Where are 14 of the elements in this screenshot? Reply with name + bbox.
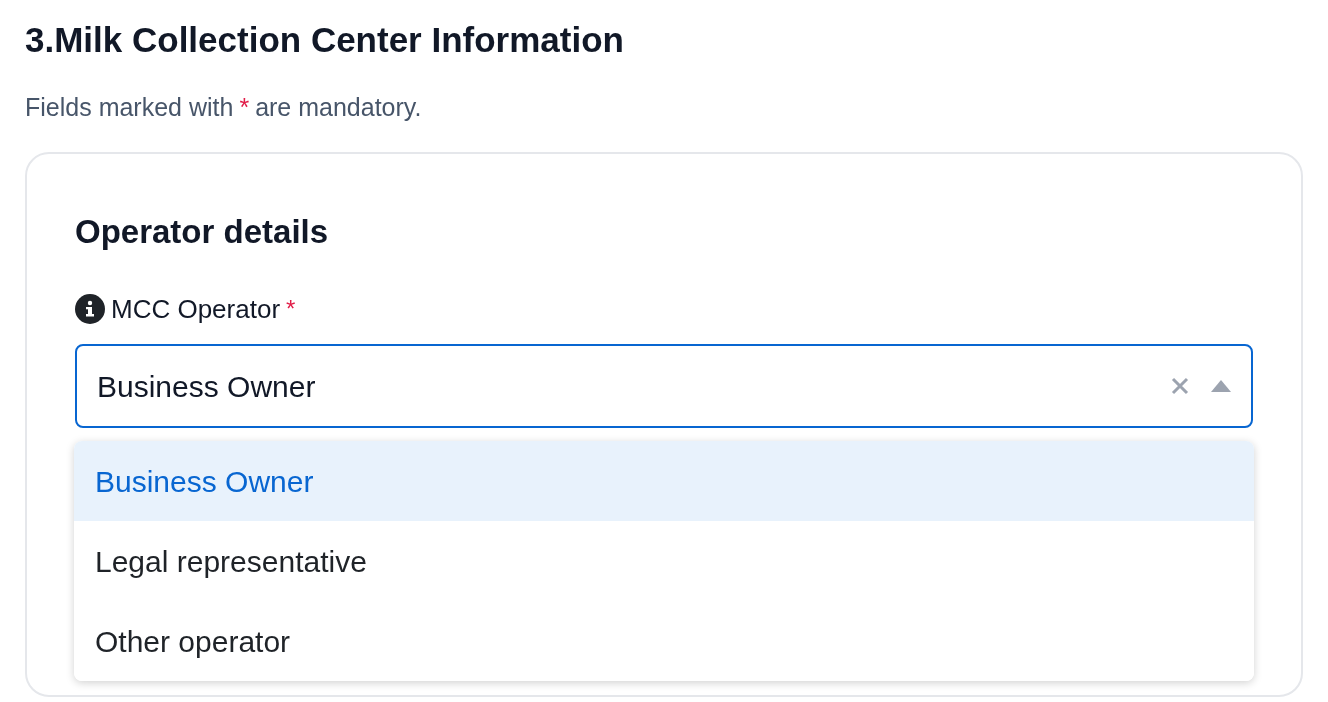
required-mark: *	[286, 294, 296, 324]
note-text: Fields marked with	[25, 92, 234, 123]
select-field[interactable]: Business Owner	[75, 344, 1253, 428]
clear-icon[interactable]	[1171, 377, 1189, 395]
note-text: are mandatory.	[255, 92, 422, 123]
required-mark: *	[239, 92, 250, 123]
section-title: 3.Milk Collection Center Information	[25, 19, 624, 61]
caret-icon[interactable]	[1211, 380, 1231, 392]
dropdown-option[interactable]: Legal representative	[74, 521, 1254, 601]
dropdown-option[interactable]: Other operator	[74, 601, 1254, 681]
card-title: Operator details	[75, 212, 329, 252]
info-icon	[75, 294, 105, 324]
field-label: MCC Operator	[111, 293, 281, 326]
dropdown-option[interactable]: Business Owner	[74, 441, 1254, 521]
